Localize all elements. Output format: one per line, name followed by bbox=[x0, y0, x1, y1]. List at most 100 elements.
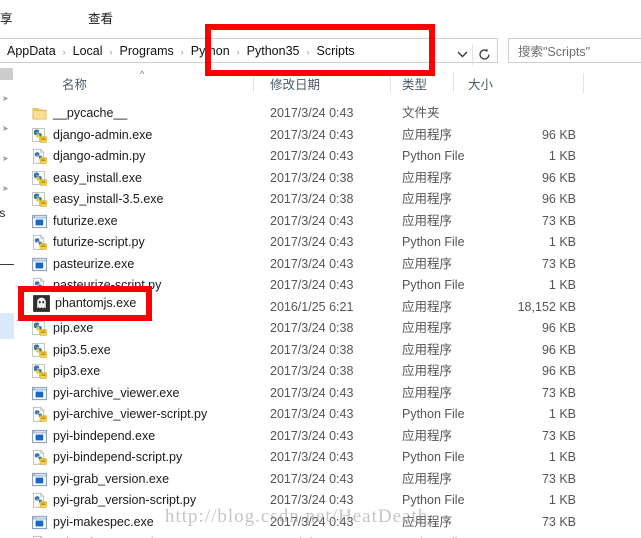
file-type: Python File bbox=[402, 493, 465, 507]
nav-scroll-thumb[interactable] bbox=[0, 68, 13, 80]
ribbon-tab-share[interactable]: 享 bbox=[0, 5, 19, 30]
chevron-right-icon[interactable]: ➤ bbox=[2, 94, 9, 103]
file-size: 96 KB bbox=[541, 321, 576, 335]
file-row[interactable]: pyi-bindepend.exe 2017/3/24 0:43 应用程序 73 KB bbox=[16, 426, 641, 448]
file-row[interactable]: pyi-bindepend-script.py 2017/3/24 0:43 Pyt… bbox=[16, 447, 641, 469]
file-explorer-window: 享 查看 AppData › Local › Programs › Python… bbox=[0, 0, 641, 538]
file-name: pasteurize-script.py bbox=[53, 278, 162, 292]
breadcrumb-item-appdata[interactable]: AppData bbox=[4, 42, 59, 60]
chevron-right-icon[interactable]: ➤ bbox=[2, 124, 9, 133]
file-date: 2017/3/24 0:38 bbox=[270, 170, 354, 185]
file-name: easy_install-3.5.exe bbox=[53, 192, 164, 206]
file-name: django-admin.py bbox=[53, 149, 146, 163]
file-size: 1 KB bbox=[548, 450, 576, 464]
file-size: 1 KB bbox=[548, 278, 576, 292]
file-type: Python File bbox=[402, 278, 465, 292]
column-divider[interactable] bbox=[453, 73, 454, 93]
file-date: 2017/3/24 0:43 bbox=[270, 514, 354, 529]
generic-exe-icon bbox=[31, 256, 48, 273]
breadcrumb-item-scripts[interactable]: Scripts bbox=[313, 42, 357, 60]
file-row[interactable]: pyi-makespec.exe 2017/3/24 0:43 应用程序 73 KB bbox=[16, 512, 641, 534]
file-row[interactable]: pyi-archive_viewer.exe 2017/3/24 0:43 应用程序… bbox=[16, 383, 641, 405]
file-row[interactable]: pyi-grab_version-script.py 2017/3/24 0:43… bbox=[16, 490, 641, 512]
file-row[interactable]: futurize-script.py 2017/3/24 0:43 Python F… bbox=[16, 232, 641, 254]
file-type: 应用程序 bbox=[402, 428, 453, 443]
file-date: 2017/3/24 0:43 bbox=[270, 235, 354, 249]
file-type: 应用程序 bbox=[402, 299, 453, 314]
file-name: pyi-makespec.exe bbox=[53, 514, 154, 529]
breadcrumb-item-python35[interactable]: Python35 bbox=[244, 42, 303, 60]
file-row[interactable]: pip3.5.exe 2017/3/24 0:38 应用程序 96 KB bbox=[16, 340, 641, 362]
file-type: 应用程序 bbox=[402, 321, 453, 335]
file-row[interactable]: __pycache__ 2017/3/24 0:43 文件夹 bbox=[16, 103, 641, 125]
file-row[interactable]: pasteurize.exe 2017/3/24 0:43 应用程序 73 KB bbox=[16, 254, 641, 276]
file-type: 应用程序 bbox=[402, 471, 453, 486]
column-header-date[interactable]: 修改日期 bbox=[270, 68, 320, 98]
file-row[interactable]: pyi-makespec-script.py 2017/3/24 0:43 Pyth… bbox=[16, 533, 641, 538]
breadcrumb-separator-icon: › bbox=[109, 46, 113, 57]
column-header-size[interactable]: 大小 bbox=[468, 68, 493, 98]
breadcrumb-separator-icon: › bbox=[180, 46, 184, 57]
python-file-icon bbox=[31, 277, 48, 294]
file-row[interactable]: pasteurize-script.py 2017/3/24 0:43 Python… bbox=[16, 275, 641, 297]
chevron-right-icon[interactable]: ➤ bbox=[2, 154, 9, 163]
file-name: pyi-archive_viewer-script.py bbox=[53, 407, 208, 421]
file-type: Python File bbox=[402, 533, 465, 538]
column-divider[interactable] bbox=[583, 73, 584, 93]
file-type: 应用程序 bbox=[402, 385, 453, 400]
file-date: 2017/3/24 0:43 bbox=[270, 278, 354, 292]
file-row[interactable]: pip.exe 2017/3/24 0:38 应用程序 96 KB bbox=[16, 318, 641, 340]
sort-ascending-icon: ^ bbox=[140, 69, 145, 79]
file-date: 2017/3/24 0:43 bbox=[270, 450, 354, 464]
navigation-pane[interactable]: ➤ ➤ ➤ ➤ ts bbox=[0, 68, 17, 538]
file-size: 1 KB bbox=[548, 149, 576, 163]
breadcrumb-item-programs[interactable]: Programs bbox=[117, 42, 177, 60]
file-type: 应用程序 bbox=[402, 256, 453, 271]
python-file-icon bbox=[31, 492, 48, 509]
generic-exe-icon bbox=[31, 514, 48, 531]
file-size: 73 KB bbox=[541, 514, 576, 529]
file-row[interactable]: pyi-archive_viewer-script.py 2017/3/24 0:… bbox=[16, 404, 641, 426]
file-row[interactable]: easy_install.exe 2017/3/24 0:38 应用程序 96 KB bbox=[16, 168, 641, 190]
python-file-icon bbox=[31, 449, 48, 466]
file-row[interactable]: pyi-grab_version.exe 2017/3/24 0:43 应用程序 73… bbox=[16, 469, 641, 491]
file-size: 96 KB bbox=[541, 192, 576, 206]
breadcrumb-item-local[interactable]: Local bbox=[70, 42, 106, 60]
nav-selected-item[interactable] bbox=[0, 313, 14, 339]
file-type: 应用程序 bbox=[402, 213, 453, 228]
file-size: 1 KB bbox=[468, 533, 576, 538]
file-row[interactable]: django-admin.py 2017/3/24 0:43 Python File… bbox=[16, 146, 641, 168]
file-size: 1 KB bbox=[548, 235, 576, 249]
breadcrumb-item-python[interactable]: Python bbox=[188, 42, 233, 60]
file-row[interactable]: futurize.exe 2017/3/24 0:43 应用程序 73 KB bbox=[16, 211, 641, 233]
file-date: 2017/3/24 0:43 bbox=[270, 149, 354, 163]
file-row[interactable]: phantomjs.exe 2016/1/25 6:21 应用程序 18,152 KB bbox=[16, 297, 641, 319]
file-row[interactable]: django-admin.exe 2017/3/24 0:43 应用程序 96 KB bbox=[16, 125, 641, 147]
file-type: Python File bbox=[402, 149, 465, 163]
python-exe-icon bbox=[31, 127, 48, 144]
column-header-type[interactable]: 类型 bbox=[402, 68, 427, 98]
nav-item-label-clipped[interactable]: ts bbox=[0, 206, 5, 220]
column-header-name[interactable]: 名称 bbox=[62, 68, 87, 98]
generic-exe-icon bbox=[31, 213, 48, 230]
chevron-right-icon[interactable]: ➤ bbox=[2, 184, 9, 193]
file-name: django-admin.exe bbox=[53, 127, 153, 142]
ribbon-tab-view[interactable]: 查看 bbox=[82, 5, 119, 30]
file-size: 73 KB bbox=[541, 256, 576, 271]
file-date: 2017/3/24 0:43 bbox=[270, 533, 353, 538]
file-date: 2016/1/25 6:21 bbox=[270, 299, 354, 314]
file-type: 应用程序 bbox=[402, 192, 453, 206]
column-divider[interactable] bbox=[253, 73, 254, 93]
breadcrumb-box[interactable]: AppData › Local › Programs › Python › Py… bbox=[0, 38, 498, 65]
file-list[interactable]: __pycache__ 2017/3/24 0:43 文件夹 django-admin… bbox=[16, 98, 641, 538]
file-size: 73 KB bbox=[541, 385, 576, 400]
search-input[interactable]: 搜索"Scripts" bbox=[508, 38, 641, 63]
refresh-icon[interactable] bbox=[472, 44, 495, 65]
generic-exe-icon bbox=[31, 385, 48, 402]
chevron-down-icon[interactable] bbox=[453, 45, 471, 63]
file-name: pip3.exe bbox=[53, 364, 101, 378]
file-name: pasteurize.exe bbox=[53, 256, 135, 271]
file-row[interactable]: pip3.exe 2017/3/24 0:38 应用程序 96 KB bbox=[16, 361, 641, 383]
file-row[interactable]: easy_install-3.5.exe 2017/3/24 0:38 应用程序 96… bbox=[16, 189, 641, 211]
column-divider[interactable] bbox=[390, 73, 391, 93]
